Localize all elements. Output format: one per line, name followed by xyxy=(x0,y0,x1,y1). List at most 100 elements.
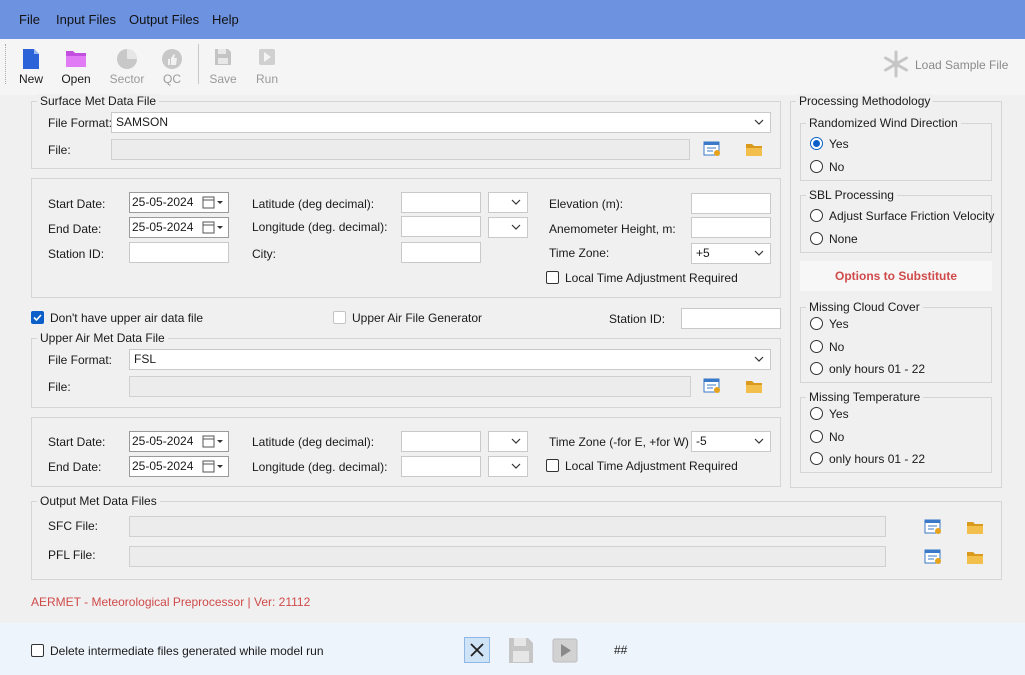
cancel-button[interactable] xyxy=(464,637,490,663)
surface-end-date-picker[interactable]: 25-05-2024 xyxy=(129,217,229,238)
upper-longitude-dir-select[interactable] xyxy=(488,456,528,477)
surface-browse-folder-icon[interactable] xyxy=(745,142,765,160)
cloud-yes-radio[interactable] xyxy=(810,317,823,330)
surface-local-time-label: Local Time Adjustment Required xyxy=(565,271,738,285)
new-button[interactable]: New xyxy=(9,44,53,88)
chevron-down-icon xyxy=(754,247,764,261)
menu-input-files[interactable]: Input Files xyxy=(56,12,116,27)
upper-station-id-input[interactable] xyxy=(681,308,781,329)
upper-view-file-icon[interactable] xyxy=(703,378,723,396)
load-sample-button[interactable]: Load Sample File xyxy=(882,50,1022,78)
cloud-hours-radio[interactable] xyxy=(810,362,823,375)
run-button[interactable]: Run xyxy=(245,44,289,88)
surface-longitude-label: Longitude (deg. decimal): xyxy=(252,220,388,234)
surface-elevation-input[interactable] xyxy=(691,193,771,214)
upper-end-date-label: End Date: xyxy=(48,460,102,474)
surface-station-id-label: Station ID: xyxy=(48,247,105,261)
menu-file[interactable]: File xyxy=(19,12,40,27)
upper-station-id-label: Station ID: xyxy=(609,312,666,326)
upper-browse-folder-icon[interactable] xyxy=(745,379,765,397)
save-button[interactable]: Save xyxy=(201,44,245,88)
surface-timezone-label: Time Zone: xyxy=(549,246,610,260)
temp-no-label: No xyxy=(829,430,845,444)
calendar-dropdown-icon xyxy=(202,221,224,238)
surface-format-select[interactable]: SAMSON xyxy=(111,112,771,133)
upper-format-select[interactable]: FSL xyxy=(129,349,771,370)
upper-air-generator-checkbox[interactable] xyxy=(333,311,346,324)
sbl-adjust-radio[interactable] xyxy=(810,209,823,222)
surface-start-date-picker[interactable]: 25-05-2024 xyxy=(129,192,229,213)
sfc-view-file-icon[interactable] xyxy=(924,519,944,537)
surface-latitude-dir-select[interactable] xyxy=(488,192,528,213)
upper-timezone-select[interactable]: -5 xyxy=(691,431,771,452)
chevron-down-icon xyxy=(754,353,764,367)
upper-file-input[interactable] xyxy=(129,376,691,397)
temp-no-radio[interactable] xyxy=(810,430,823,443)
new-file-icon xyxy=(22,48,40,73)
sbl-none-label: None xyxy=(829,232,858,246)
sbl-adjust-label: Adjust Surface Friction Velocity xyxy=(829,209,995,223)
version-text: AERMET - Meteorological Preprocessor | V… xyxy=(31,595,311,609)
upper-file-label: File: xyxy=(48,380,71,394)
substitute-label: Options to Substitute xyxy=(835,269,957,283)
surface-longitude-input[interactable] xyxy=(401,216,481,237)
footer-save-button[interactable] xyxy=(508,637,534,664)
temp-yes-label: Yes xyxy=(829,407,849,421)
temp-hours-radio[interactable] xyxy=(810,452,823,465)
cloud-no-radio[interactable] xyxy=(810,340,823,353)
surface-station-id-input[interactable] xyxy=(129,242,229,263)
menu-output-files[interactable]: Output Files xyxy=(129,12,199,27)
wind-direction-title: Randomized Wind Direction xyxy=(806,116,961,130)
no-upper-air-checkbox[interactable] xyxy=(31,311,44,324)
upper-latitude-input[interactable] xyxy=(401,431,481,452)
delete-intermediate-checkbox[interactable] xyxy=(31,644,44,657)
upper-latitude-dir-select[interactable] xyxy=(488,431,528,452)
upper-group-title: Upper Air Met Data File xyxy=(37,331,168,345)
surface-longitude-dir-select[interactable] xyxy=(488,217,528,238)
wind-yes-radio[interactable] xyxy=(810,137,823,150)
surface-timezone-select[interactable]: +5 xyxy=(691,243,771,264)
upper-longitude-label: Longitude (deg. decimal): xyxy=(252,460,388,474)
surface-file-input[interactable] xyxy=(111,139,690,160)
pfl-file-input[interactable] xyxy=(129,546,886,567)
sfc-file-label: SFC File: xyxy=(48,519,99,533)
sfc-file-input[interactable] xyxy=(129,516,886,537)
surface-group-title: Surface Met Data File xyxy=(37,94,160,108)
temp-yes-radio[interactable] xyxy=(810,407,823,420)
wind-yes-label: Yes xyxy=(829,137,849,151)
upper-local-time-checkbox[interactable] xyxy=(546,459,559,472)
temperature-title: Missing Temperature xyxy=(806,390,924,404)
upper-timezone-label: Time Zone (-for E, +for W) xyxy=(549,435,689,449)
toolbar-grip xyxy=(5,44,7,84)
surface-city-input[interactable] xyxy=(401,242,481,263)
chevron-down-icon xyxy=(754,116,764,130)
wind-no-radio[interactable] xyxy=(810,160,823,173)
chevron-down-icon xyxy=(511,196,521,210)
qc-button[interactable]: QC xyxy=(150,44,194,88)
snowflake-icon xyxy=(882,50,910,81)
wind-no-label: No xyxy=(829,160,845,174)
open-button[interactable]: Open xyxy=(54,44,98,88)
surface-anemometer-input[interactable] xyxy=(691,217,771,238)
upper-longitude-input[interactable] xyxy=(401,456,481,477)
play-icon xyxy=(258,48,276,69)
footer-run-button[interactable] xyxy=(552,638,578,663)
pfl-view-file-icon[interactable] xyxy=(924,549,944,567)
upper-local-time-label: Local Time Adjustment Required xyxy=(565,459,738,473)
surface-file-label: File: xyxy=(48,143,71,157)
sfc-browse-folder-icon[interactable] xyxy=(966,520,986,538)
upper-end-date-picker[interactable]: 25-05-2024 xyxy=(129,456,229,477)
surface-latitude-input[interactable] xyxy=(401,192,481,213)
cloud-yes-label: Yes xyxy=(829,317,849,331)
surface-view-file-icon[interactable] xyxy=(703,141,723,159)
menu-help[interactable]: Help xyxy=(212,12,239,27)
pfl-browse-folder-icon[interactable] xyxy=(966,550,986,568)
delete-intermediate-label: Delete intermediate files generated whil… xyxy=(50,644,324,658)
sector-button[interactable]: Sector xyxy=(105,44,149,88)
sbl-title: SBL Processing xyxy=(806,188,897,202)
surface-local-time-checkbox[interactable] xyxy=(546,271,559,284)
surface-elevation-label: Elevation (m): xyxy=(549,197,624,211)
sbl-none-radio[interactable] xyxy=(810,232,823,245)
upper-start-date-picker[interactable]: 25-05-2024 xyxy=(129,431,229,452)
surface-latitude-label: Latitude (deg decimal): xyxy=(252,197,375,211)
